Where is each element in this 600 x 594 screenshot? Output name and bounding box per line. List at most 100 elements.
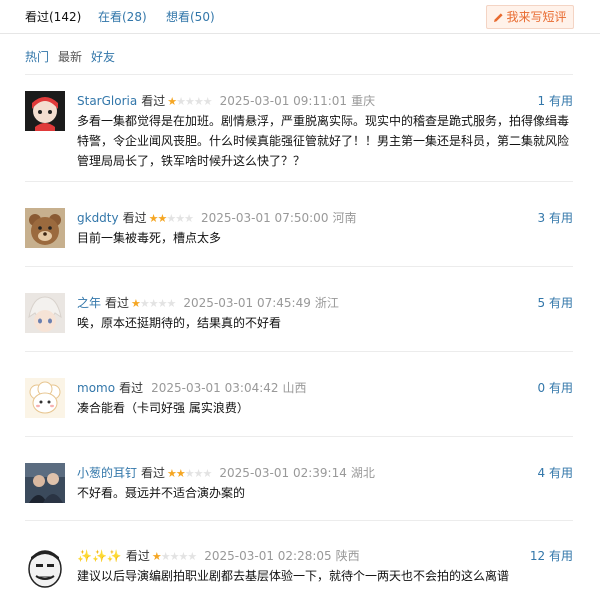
comment-text: 唉，原本还挺期待的，结果真的不好看 xyxy=(77,316,282,330)
vote-count: 0 xyxy=(537,381,546,395)
comment-header: StarGloria 看过 ★★★★★ 2025-03-01 09:11:01 重庆 xyxy=(77,94,375,108)
comment-header: gkddty 看过 ★★★★★ 2025-03-01 07:50:00 河南 xyxy=(77,211,356,225)
write-comment-button[interactable]: 我来写短评 xyxy=(486,5,574,29)
tab-want-to-watch[interactable]: 想看(50) xyxy=(166,10,215,24)
watch-status: 看过 xyxy=(141,466,166,480)
star-empty-icon: ★ xyxy=(148,297,159,310)
star-empty-icon: ★ xyxy=(184,467,195,480)
comment-location: 陕西 xyxy=(335,549,360,563)
comment-text: 多看一集都觉得是在加班。剧情悬浮，严重脱离实际。现实中的稽查是跪式服务，拍得像缉… xyxy=(77,114,570,168)
comment-location: 湖北 xyxy=(350,466,375,480)
comment-text: 凑合能看（卡司好强 属实浪费） xyxy=(77,401,249,415)
watch-status: 看过 xyxy=(125,549,150,563)
star-filled-icon: ★ xyxy=(151,550,162,563)
star-empty-icon: ★ xyxy=(176,95,186,108)
star-empty-icon: ★ xyxy=(178,550,188,563)
upvote-button[interactable]: 0 有用 xyxy=(538,381,573,395)
vote-label: 有用 xyxy=(548,381,573,395)
sort-friends[interactable]: 好友 xyxy=(91,50,115,64)
vote-label: 有用 xyxy=(548,94,573,108)
meme-face-avatar[interactable] xyxy=(25,549,65,589)
star-empty-icon: ★ xyxy=(166,212,176,225)
rating-stars: ★★★★★ xyxy=(167,467,213,481)
comment-location: 河南 xyxy=(332,211,357,225)
star-filled-icon: ★ xyxy=(167,467,177,480)
comment-text: 目前一集被毒死，槽点太多 xyxy=(77,231,222,245)
upvote-button[interactable]: 3 有用 xyxy=(538,211,573,225)
vote-label: 有用 xyxy=(548,549,573,563)
write-comment-label: 我来写短评 xyxy=(506,10,567,24)
upvote-button[interactable]: 5 有用 xyxy=(538,296,573,310)
star-empty-icon: ★ xyxy=(187,550,197,563)
star-filled-icon: ★ xyxy=(167,95,177,108)
comment-time: 2025-03-01 09:11:01 xyxy=(219,94,348,108)
comment-time: 2025-03-01 07:45:49 xyxy=(183,296,311,310)
watch-status: 看过 xyxy=(141,94,166,108)
divider xyxy=(25,351,573,352)
upvote-button[interactable]: 12 有用 xyxy=(530,549,573,563)
vote-count: 1 xyxy=(537,94,546,108)
star-empty-icon: ★ xyxy=(139,297,150,310)
comment-location: 重庆 xyxy=(351,94,376,108)
comment-text: 建议以后导演编剧拍职业剧都去基层体验一下，就待个一两天也不会拍的这么离谱 xyxy=(77,569,510,583)
comment-text: 不好看。聂远并不适合演办案的 xyxy=(77,486,246,500)
comment-header: 之年 看过 ★★★★★ 2025-03-01 07:45:49 浙江 xyxy=(77,296,339,310)
rating-stars: ★★★★★ xyxy=(131,297,177,311)
comment-username[interactable]: 之年 xyxy=(77,296,101,310)
star-empty-icon: ★ xyxy=(202,467,213,480)
rating-stars: ★★★★★ xyxy=(151,550,197,564)
star-empty-icon: ★ xyxy=(184,95,195,108)
watch-status: 看过 xyxy=(119,381,144,395)
comment-username[interactable]: momo xyxy=(77,381,115,395)
comment-time: 2025-03-01 02:39:14 xyxy=(219,466,347,480)
watch-status: 看过 xyxy=(105,296,130,310)
tab-watching[interactable]: 在看(28) xyxy=(98,10,147,24)
vote-count: 5 xyxy=(537,296,546,310)
star-empty-icon: ★ xyxy=(157,297,168,310)
rating-stars: ★★★★★ xyxy=(148,212,194,226)
comment-header: ✨✨✨ 看过 ★★★★★ 2025-03-01 02:28:05 陕西 xyxy=(77,549,360,563)
comment-username[interactable]: ✨✨✨ xyxy=(77,549,122,563)
comment-username[interactable]: 小葱的耳钉 xyxy=(77,466,137,480)
star-empty-icon: ★ xyxy=(193,467,204,480)
comment-header: 小葱的耳钉 看过 ★★★★★ 2025-03-01 02:39:14 湖北 xyxy=(77,466,375,480)
vote-count: 4 xyxy=(537,466,546,480)
star-empty-icon: ★ xyxy=(166,297,177,310)
cartoon-girl-avatar[interactable] xyxy=(25,91,65,131)
divider xyxy=(25,74,573,75)
comment-header: momo 看过 2025-03-01 03:04:42 山西 xyxy=(77,381,307,395)
vote-count: 12 xyxy=(529,549,546,563)
divider xyxy=(25,266,573,267)
divider xyxy=(25,436,573,437)
pencil-icon xyxy=(494,13,504,22)
star-empty-icon: ★ xyxy=(160,550,171,563)
tab-watched[interactable]: 看过(142) xyxy=(25,10,81,24)
star-filled-icon: ★ xyxy=(131,297,141,310)
comment-time: 2025-03-01 02:28:05 xyxy=(204,549,332,563)
sort-latest[interactable]: 最新 xyxy=(58,50,82,64)
vote-label: 有用 xyxy=(548,466,573,480)
upvote-button[interactable]: 4 有用 xyxy=(538,466,573,480)
divider xyxy=(25,181,573,182)
star-empty-icon: ★ xyxy=(184,212,194,225)
star-empty-icon: ★ xyxy=(193,95,204,108)
vote-label: 有用 xyxy=(548,211,573,225)
comment-username[interactable]: gkddty xyxy=(77,211,119,225)
anime-character-avatar[interactable] xyxy=(25,293,65,333)
watch-status: 看过 xyxy=(122,211,147,225)
sort-hot[interactable]: 热门 xyxy=(25,50,49,64)
vote-label: 有用 xyxy=(548,296,573,310)
comment-time: 2025-03-01 07:50:00 xyxy=(201,211,329,225)
star-filled-icon: ★ xyxy=(148,212,159,225)
cute-sheep-avatar[interactable] xyxy=(25,378,65,418)
comment-time: 2025-03-01 03:04:42 xyxy=(151,381,279,395)
vote-count: 3 xyxy=(537,211,546,225)
brown-bear-avatar[interactable] xyxy=(25,208,65,248)
upvote-button[interactable]: 1 有用 xyxy=(538,94,573,108)
rating-stars: ★★★★★ xyxy=(167,95,213,109)
photo-avatar[interactable] xyxy=(25,463,65,503)
comment-location: 浙江 xyxy=(314,296,339,310)
comment-username[interactable]: StarGloria xyxy=(77,94,137,108)
comment-tabs: 看过(142) 在看(28) 想看(50) 我来写短评 xyxy=(0,0,600,34)
star-empty-icon: ★ xyxy=(202,95,213,108)
